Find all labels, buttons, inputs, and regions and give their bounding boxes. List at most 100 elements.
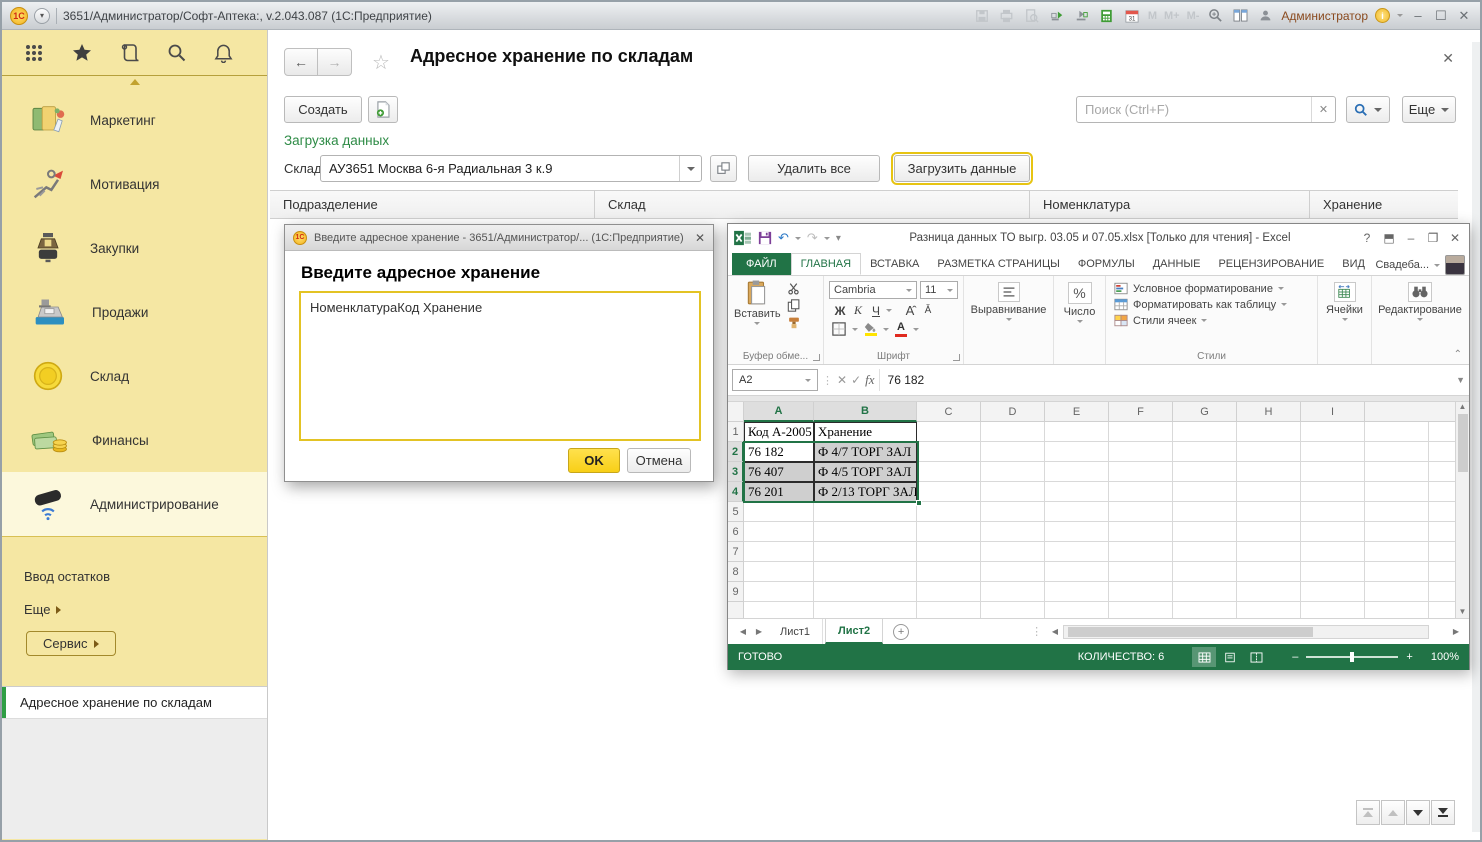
name-box[interactable]: A2: [732, 369, 818, 391]
cell-a2-active[interactable]: 76 182: [744, 442, 814, 462]
address-storage-textarea[interactable]: НоменклатураКод Хранение: [299, 291, 701, 441]
redo-dropdown-icon[interactable]: [824, 237, 830, 240]
create-by-copy-button[interactable]: [368, 96, 398, 123]
empty-cell[interactable]: [814, 502, 917, 522]
search-icon[interactable]: [167, 43, 187, 63]
search-input[interactable]: [1077, 102, 1311, 117]
copy-icon[interactable]: [787, 299, 801, 312]
sheet-prev-icon[interactable]: ◀: [736, 627, 750, 636]
empty-cell[interactable]: [744, 582, 814, 602]
col-header-b[interactable]: B: [814, 402, 917, 422]
tab-home[interactable]: ГЛАВНАЯ: [791, 253, 861, 275]
empty-cells[interactable]: [917, 462, 1469, 482]
fill-color-button[interactable]: [864, 322, 877, 336]
sidebar-item-marketing[interactable]: Маркетинг: [2, 88, 267, 152]
editing-button[interactable]: Редактирование: [1372, 276, 1468, 321]
cancel-entry-icon[interactable]: ✕: [837, 373, 847, 387]
column-header-nomenclature[interactable]: Номенклатура: [1030, 191, 1310, 218]
row-header-1[interactable]: 1: [728, 422, 744, 442]
sidebar-item-administration[interactable]: Администрирование: [2, 472, 267, 536]
col-header-g[interactable]: G: [1173, 402, 1237, 422]
sidebar-item-purchases[interactable]: Закупки: [2, 216, 267, 280]
print-preview-icon[interactable]: [1023, 8, 1041, 24]
service-button[interactable]: Сервис: [26, 631, 116, 656]
column-header-warehouse[interactable]: Склад: [595, 191, 1030, 218]
memory-m-button[interactable]: M: [1148, 10, 1157, 22]
zoom-slider[interactable]: [1306, 656, 1398, 658]
vertical-scrollbar[interactable]: ▲ ▼: [1455, 402, 1469, 618]
calendar-icon[interactable]: 31: [1123, 8, 1141, 24]
cell-b4[interactable]: Ф 2/13 ТОРГ ЗАЛ: [814, 482, 917, 502]
excel-save-icon[interactable]: [758, 231, 772, 245]
memory-mminus-button[interactable]: M-: [1187, 10, 1200, 22]
row-header-5[interactable]: 5: [728, 502, 744, 522]
save-icon[interactable]: [973, 8, 991, 24]
more-button[interactable]: Еще: [1402, 96, 1456, 123]
col-header-i[interactable]: I: [1301, 402, 1365, 422]
tab-page-layout[interactable]: РАЗМЕТКА СТРАНИЦЫ: [928, 253, 1068, 275]
zoom-out-icon[interactable]: –: [1292, 651, 1298, 663]
excel-help-icon[interactable]: ?: [1359, 231, 1375, 245]
tab-data[interactable]: ДАННЫЕ: [1144, 253, 1210, 275]
create-button[interactable]: Создать: [284, 96, 362, 123]
favorites-star-icon[interactable]: [71, 43, 93, 63]
main-menu-button[interactable]: ▾: [34, 8, 50, 24]
cell-styles-button[interactable]: Стили ячеек: [1114, 314, 1317, 327]
notifications-bell-icon[interactable]: [214, 43, 233, 63]
combo-dropdown-icon[interactable]: [679, 156, 701, 181]
qat-customize-icon[interactable]: ▾: [836, 233, 841, 244]
split-view-icon[interactable]: [1231, 8, 1249, 24]
tab-file[interactable]: ФАЙЛ: [732, 253, 791, 275]
sidebar-item-motivation[interactable]: Мотивация: [2, 152, 267, 216]
empty-cells[interactable]: [917, 522, 1469, 542]
empty-cell[interactable]: [814, 582, 917, 602]
col-header-f[interactable]: F: [1109, 402, 1173, 422]
sidebar-item-finance[interactable]: Финансы: [2, 408, 267, 472]
zoom-icon[interactable]: [1206, 8, 1224, 24]
empty-cell[interactable]: [744, 542, 814, 562]
sheet-tab-2[interactable]: Лист2: [825, 619, 883, 644]
sheet-tab-1[interactable]: Лист1: [768, 619, 823, 644]
col-header-d[interactable]: D: [981, 402, 1045, 422]
conditional-formatting-button[interactable]: Условное форматирование: [1114, 282, 1317, 295]
empty-cell[interactable]: [814, 542, 917, 562]
sidebar-item-sales[interactable]: Продажи: [2, 280, 267, 344]
bold-button[interactable]: Ж: [832, 304, 848, 318]
format-as-table-button[interactable]: Форматировать как таблицу: [1114, 298, 1317, 311]
cell-b1[interactable]: Хранение: [814, 422, 917, 442]
excel-redo-icon[interactable]: ↷: [807, 230, 818, 246]
sidebar-item-warehouse[interactable]: Склад: [2, 344, 267, 408]
row-header-9[interactable]: 9: [728, 582, 744, 602]
grow-font-button[interactable]: А̂: [902, 303, 918, 318]
underline-button[interactable]: Ч: [868, 304, 884, 318]
go-next-button[interactable]: [1406, 800, 1430, 825]
row-header-2[interactable]: 2: [728, 442, 744, 462]
empty-cells[interactable]: [917, 602, 1469, 618]
row-header-7[interactable]: 7: [728, 542, 744, 562]
go-link-icon[interactable]: [1073, 8, 1091, 24]
warehouse-choose-button[interactable]: [710, 155, 737, 182]
excel-undo-icon[interactable]: ↶: [778, 230, 789, 246]
row-header-6[interactable]: 6: [728, 522, 744, 542]
confirm-entry-icon[interactable]: ✓: [851, 373, 861, 387]
load-data-button[interactable]: Загрузить данные: [894, 155, 1030, 182]
clear-search-icon[interactable]: ✕: [1311, 97, 1335, 122]
alignment-button[interactable]: Выравнивание: [964, 276, 1053, 321]
formula-bar-splitter[interactable]: ⋮: [822, 374, 833, 387]
info-button[interactable]: i: [1375, 8, 1390, 23]
hscroll-right-icon[interactable]: ▶: [1449, 627, 1463, 636]
ribbon-display-icon[interactable]: ⬒: [1381, 231, 1397, 245]
col-header-a[interactable]: A: [744, 402, 814, 422]
forward-button[interactable]: →: [318, 48, 352, 76]
zoom-in-icon[interactable]: +: [1406, 651, 1412, 663]
empty-cell[interactable]: [744, 522, 814, 542]
calculator-icon[interactable]: [1098, 8, 1116, 24]
tab-insert[interactable]: ВСТАВКА: [861, 253, 928, 275]
tab-review[interactable]: РЕЦЕНЗИРОВАНИЕ: [1209, 253, 1333, 275]
sheet-next-icon[interactable]: ▶: [752, 627, 766, 636]
cell-b2[interactable]: Ф 4/7 ТОРГ ЗАЛ: [814, 442, 917, 462]
empty-cells[interactable]: [917, 562, 1469, 582]
close-button[interactable]: ✕: [1456, 8, 1472, 24]
empty-cell[interactable]: [814, 522, 917, 542]
view-normal-button[interactable]: [1192, 647, 1216, 667]
